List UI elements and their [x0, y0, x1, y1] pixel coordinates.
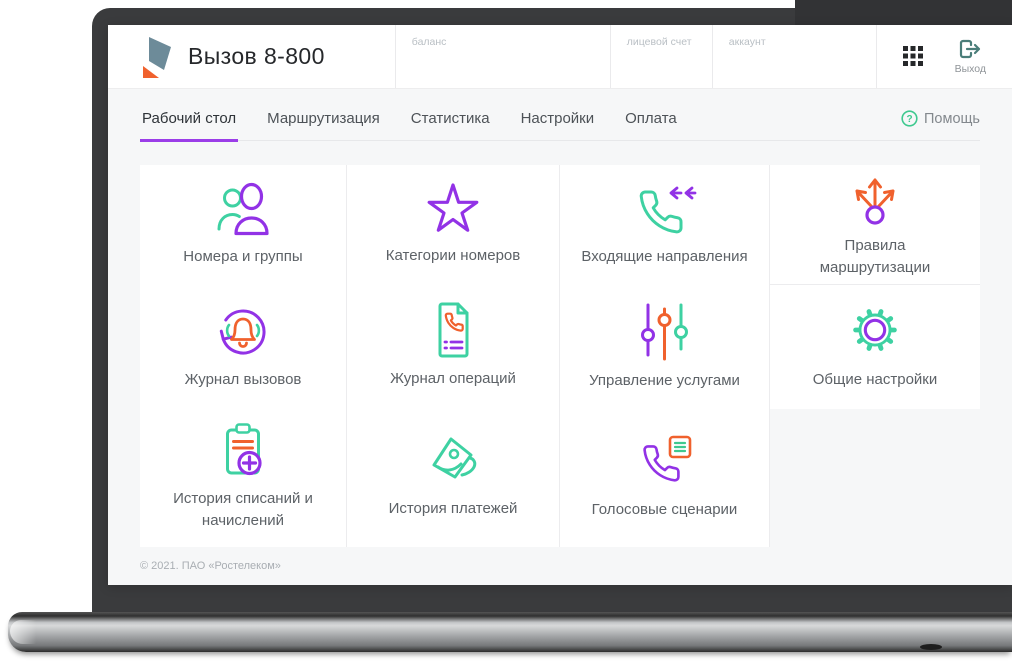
tile-label: Журнал вызовов	[184, 371, 302, 389]
help-button[interactable]: ? Помощь	[901, 110, 980, 140]
laptop-bezel-top	[795, 0, 1012, 27]
rostelecom-logo-icon	[143, 36, 171, 78]
tile-label: Категории номеров	[385, 247, 521, 265]
header-actions: Выход	[875, 25, 986, 88]
svg-text:?: ?	[906, 114, 912, 125]
tab-payment[interactable]: Оплата	[623, 110, 679, 140]
account-field: аккаунт	[711, 25, 852, 88]
operations-log-icon	[438, 302, 469, 358]
tile-voice-scenarios[interactable]: Голосовые сценарии	[560, 409, 770, 547]
tab-statistics[interactable]: Статистика	[409, 110, 492, 140]
balance-field: баланс	[394, 25, 610, 88]
tile-routing-rules[interactable]: Правила маршрутизации	[770, 165, 980, 285]
tile-service-management[interactable]: Управление услугами	[560, 285, 770, 409]
header-fields: баланс лицевой счет аккаунт	[394, 25, 852, 88]
tile-number-categories[interactable]: Категории номеров	[347, 165, 560, 285]
gear-icon	[853, 309, 897, 351]
routing-icon	[855, 178, 895, 225]
account-number-label: лицевой счет	[626, 36, 692, 48]
copyright: © 2021. ПАО «Ростелеком»	[140, 560, 281, 572]
sliders-icon	[640, 303, 688, 361]
app-screen: Вызов 8-800 баланс лицевой счет аккаунт	[108, 25, 1012, 585]
tab-routing[interactable]: Маршрутизация	[265, 110, 382, 140]
account-label: аккаунт	[728, 36, 766, 48]
help-question-icon: ?	[901, 110, 918, 127]
apps-grid-icon	[902, 45, 923, 66]
logout-icon	[960, 39, 981, 59]
app-title: Вызов 8-800	[188, 43, 325, 69]
star-icon	[427, 183, 479, 232]
tab-bar: Рабочий стол Маршрутизация Статистика На…	[140, 89, 980, 142]
wallet-icon	[432, 437, 477, 479]
app-header: Вызов 8-800 баланс лицевой счет аккаунт	[108, 25, 1012, 89]
help-label: Помощь	[923, 110, 980, 127]
logout-label: Выход	[954, 63, 986, 75]
voice-script-icon	[642, 435, 691, 482]
dashboard-grid: Номера и группы Категории номеров Входящ…	[140, 165, 980, 547]
tile-numbers-groups[interactable]: Номера и группы	[140, 165, 347, 285]
page: Вызов 8-800 баланс лицевой счет аккаунт	[0, 0, 1012, 667]
tab-desktop[interactable]: Рабочий стол	[140, 110, 239, 142]
incoming-call-icon	[639, 186, 696, 234]
users-icon	[217, 183, 269, 236]
tile-general-settings[interactable]: Общие настройки	[770, 285, 980, 409]
laptop-foot	[920, 644, 942, 650]
laptop-base	[8, 612, 1012, 652]
tile-incoming-directions[interactable]: Входящие направления	[560, 165, 770, 285]
tile-charges-history[interactable]: История списаний и начислений	[140, 409, 347, 547]
tile-label: История платежей	[388, 500, 518, 518]
tile-label: История списаний и начислений	[173, 490, 313, 529]
tile-operations-log[interactable]: Журнал операций	[347, 285, 560, 409]
tile-label: Номера и группы	[183, 248, 303, 266]
clipboard-plus-icon	[226, 423, 262, 476]
tile-label: Голосовые сценарии	[591, 501, 738, 519]
balance-label: баланс	[411, 36, 447, 48]
tile-label: Входящие направления	[581, 248, 748, 266]
tile-label: Правила маршрутизации	[819, 236, 931, 276]
tab-settings[interactable]: Настройки	[519, 110, 597, 140]
logout-button[interactable]: Выход	[955, 38, 986, 75]
tile-payments-history[interactable]: История платежей	[347, 409, 560, 547]
tile-call-log[interactable]: Журнал вызовов	[140, 285, 347, 409]
account-number-field: лицевой счет	[609, 25, 712, 88]
apps-grid-button[interactable]	[902, 45, 925, 68]
tile-label: Управление услугами	[589, 372, 740, 390]
call-log-icon	[219, 309, 266, 355]
tile-label: Общие настройки	[812, 371, 938, 389]
tile-label: Журнал операций	[390, 370, 516, 388]
